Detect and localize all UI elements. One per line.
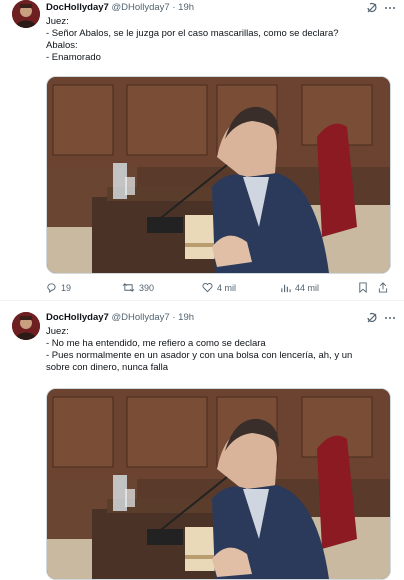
reply-count: 19: [61, 282, 72, 293]
courtroom-image: [47, 77, 390, 273]
tweet-line: - Señor Abalos, se le juzga por el caso …: [46, 28, 339, 39]
timestamp[interactable]: 19h: [178, 312, 194, 323]
views-count: 44 mil: [295, 282, 320, 293]
bookmark-icon: [359, 282, 367, 293]
avatar[interactable]: [12, 312, 40, 340]
separator-dot: ·: [172, 2, 176, 13]
share-icon: [378, 282, 388, 293]
like-count: 4 mil: [217, 282, 237, 293]
reply-button[interactable]: 19: [46, 282, 71, 293]
bookmark-button[interactable]: [358, 282, 368, 293]
avatar[interactable]: [12, 0, 40, 28]
avatar-image: [12, 0, 40, 28]
tweet-text: Juez: - Señor Abalos, se le juzga por el…: [46, 16, 396, 64]
reply-icon: [47, 283, 56, 293]
separator-dot: ·: [172, 312, 176, 323]
views-button[interactable]: 44 mil: [280, 282, 319, 293]
display-name[interactable]: DocHollyday7: [46, 2, 109, 13]
display-name[interactable]: DocHollyday7: [46, 312, 109, 323]
courtroom-image: [47, 389, 390, 579]
tweet[interactable]: DocHollyday7 @DHollyday7 · 19h Juez: - N…: [0, 306, 404, 580]
like-button[interactable]: 4 mil: [202, 282, 236, 293]
tweet-media[interactable]: [46, 76, 391, 274]
tweet-line: sobre con dinero, nunca falla: [46, 362, 168, 373]
tweet-line: Abalos:: [46, 40, 78, 51]
views-icon: [281, 284, 291, 293]
tweet-line: - No me ha entendido, me refiero a como …: [46, 338, 266, 349]
tweet-text: Juez: - No me ha entendido, me refiero a…: [46, 326, 396, 374]
share-button[interactable]: [378, 282, 388, 293]
tweet-line: - Enamorado: [46, 52, 101, 63]
tweet-line: Juez:: [46, 16, 69, 27]
avatar-image: [12, 312, 40, 340]
handle[interactable]: @DHollyday7: [111, 2, 169, 13]
handle[interactable]: @DHollyday7: [111, 312, 169, 323]
tweet-media[interactable]: [46, 388, 391, 580]
tweet-line: - Pues normalmente en un asador y con un…: [46, 350, 353, 361]
repost-icon: [122, 283, 135, 292]
like-icon: [202, 283, 213, 293]
repost-count: 390: [139, 282, 155, 293]
repost-button[interactable]: 390: [122, 282, 154, 293]
tweet-header: DocHollyday7 @DHollyday7 · 19h: [46, 312, 194, 326]
tweet-header: DocHollyday7 @DHollyday7 · 19h: [46, 2, 194, 16]
tweet-actions: 19 390 4 mil 44 mil: [46, 282, 396, 298]
tweet[interactable]: DocHollyday7 @DHollyday7 · 19h Juez: - S…: [0, 0, 404, 301]
timestamp[interactable]: 19h: [178, 2, 194, 13]
tweet-line: Juez:: [46, 326, 69, 337]
